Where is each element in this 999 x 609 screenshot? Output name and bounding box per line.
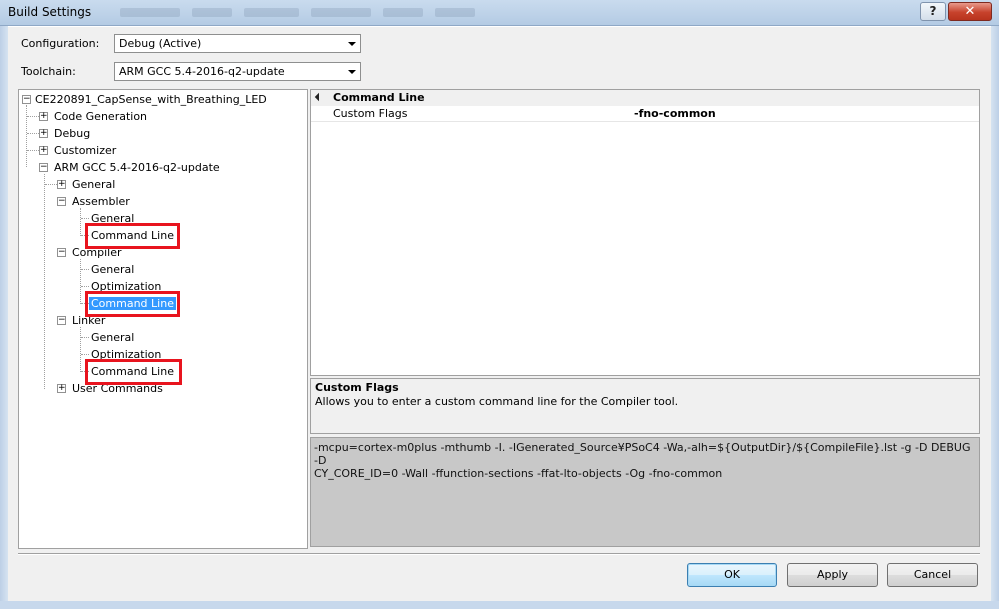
window-frame-left <box>0 26 8 609</box>
tree-line <box>26 105 27 167</box>
description-title: Custom Flags <box>315 381 399 394</box>
window-frame-right <box>991 26 999 609</box>
tree-item-label: ARM GCC 5.4-2016-q2-update <box>54 161 220 174</box>
command-line-text: -mcpu=cortex-m0plus -mthumb -I. -IGenera… <box>314 441 971 467</box>
settings-tree[interactable]: − CE220891_CapSense_with_Breathing_LED +… <box>18 89 308 549</box>
toolchain-value: ARM GCC 5.4-2016-q2-update <box>119 65 285 78</box>
toolchain-label: Toolchain: <box>21 65 76 78</box>
property-row-custom-flags[interactable]: Custom Flags -fno-common <box>311 106 979 122</box>
chevron-down-icon <box>348 70 356 74</box>
expand-icon[interactable]: + <box>57 180 66 189</box>
tree-item-compiler-general[interactable]: General <box>91 262 134 277</box>
tree-item-linker-general[interactable]: General <box>91 330 134 345</box>
background-window-tabs <box>120 7 540 17</box>
expand-icon[interactable]: + <box>39 112 48 121</box>
tree-item-label: Customizer <box>54 144 117 157</box>
tree-line <box>81 286 89 287</box>
tree-line <box>44 174 45 389</box>
tree-item-label: General <box>91 331 135 344</box>
help-button[interactable]: ? <box>920 2 946 21</box>
collapse-arrow-icon[interactable] <box>314 92 324 102</box>
chevron-down-icon <box>348 42 356 46</box>
collapse-icon[interactable]: − <box>57 248 66 257</box>
tree-item-label: CE220891_CapSense_with_Breathing_LED <box>35 93 267 106</box>
command-line-text: CY_CORE_ID=0 -Wall -ffunction-sections -… <box>314 467 723 480</box>
highlight-box <box>85 291 180 317</box>
command-line-preview: -mcpu=cortex-m0plus -mthumb -I. -IGenera… <box>310 437 980 547</box>
toolchain-dropdown[interactable]: ARM GCC 5.4-2016-q2-update <box>114 62 361 81</box>
cancel-button[interactable]: Cancel <box>887 563 978 587</box>
apply-button[interactable]: Apply <box>787 563 878 587</box>
tree-line <box>81 337 89 338</box>
tree-item-label: General <box>72 178 116 191</box>
property-value[interactable]: -fno-common <box>634 106 716 122</box>
expand-icon[interactable]: + <box>57 384 66 393</box>
configuration-value: Debug (Active) <box>119 37 202 50</box>
tree-item-assembler[interactable]: Assembler <box>72 194 130 209</box>
tree-item-label: General <box>91 263 135 276</box>
property-category-label: Command Line <box>333 91 425 104</box>
tree-item-label: Code Generation <box>54 110 148 123</box>
tree-item-project[interactable]: CE220891_CapSense_with_Breathing_LED <box>35 92 267 107</box>
property-name: Custom Flags <box>333 107 408 120</box>
separator <box>18 553 980 555</box>
highlight-box <box>85 359 182 385</box>
tree-line <box>81 269 89 270</box>
window-frame-bottom <box>0 601 999 609</box>
collapse-icon[interactable]: − <box>39 163 48 172</box>
description-panel: Custom Flags Allows you to enter a custo… <box>310 378 980 434</box>
property-category[interactable]: Command Line <box>311 90 979 106</box>
tree-line <box>81 218 89 219</box>
ok-button[interactable]: OK <box>687 563 777 587</box>
expand-icon[interactable]: + <box>39 129 48 138</box>
tree-item-debug[interactable]: Debug <box>54 126 90 141</box>
collapse-icon[interactable]: − <box>22 95 31 104</box>
tree-item-general[interactable]: General <box>72 177 115 192</box>
tree-item-label: Debug <box>54 127 91 140</box>
window-title: Build Settings <box>8 5 92 19</box>
property-grid[interactable]: Command Line Custom Flags -fno-common <box>310 89 980 376</box>
configuration-label: Configuration: <box>21 37 100 50</box>
tree-item-code-generation[interactable]: Code Generation <box>54 109 147 124</box>
collapse-icon[interactable]: − <box>57 316 66 325</box>
description-text: Allows you to enter a custom command lin… <box>315 395 679 408</box>
expand-icon[interactable]: + <box>39 146 48 155</box>
tree-item-arm-gcc[interactable]: ARM GCC 5.4-2016-q2-update <box>54 160 220 175</box>
tree-line <box>81 354 89 355</box>
close-button[interactable]: ✕ <box>948 2 992 21</box>
tree-line <box>80 208 81 236</box>
title-bar: Build Settings ? ✕ <box>0 0 999 26</box>
tree-line <box>80 327 81 372</box>
configuration-dropdown[interactable]: Debug (Active) <box>114 34 361 53</box>
highlight-box <box>85 223 180 249</box>
tree-line <box>80 259 81 304</box>
tree-item-customizer[interactable]: Customizer <box>54 143 116 158</box>
tree-item-label: Assembler <box>72 195 130 208</box>
collapse-icon[interactable]: − <box>57 197 66 206</box>
